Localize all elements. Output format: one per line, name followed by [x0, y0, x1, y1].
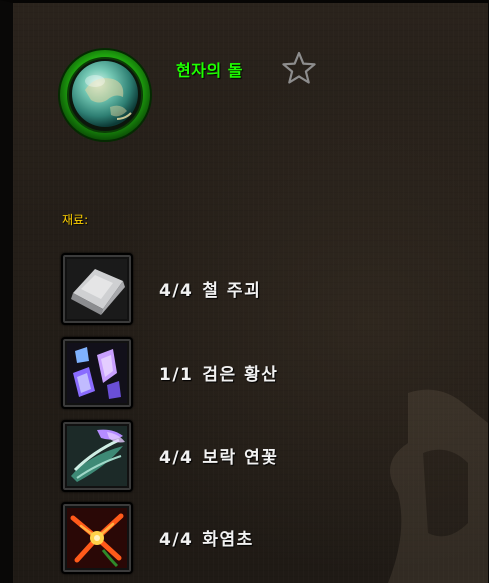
reagent-quantity: 4/4 [159, 448, 194, 468]
reagent-quantity: 1/1 [159, 365, 194, 385]
tradeskill-detail-panel: 현자의 돌 재료: 4/4 철 주괴 1/1 검은 황산 4/4 보락 연꽃 4… [0, 0, 489, 583]
reagent-name: 철 주괴 [202, 281, 262, 301]
reagent-label: 4/4 철 주괴 [159, 276, 261, 301]
reagent-quantity: 4/4 [159, 281, 194, 301]
reagent-label: 1/1 검은 황산 [159, 360, 278, 385]
reagent-name: 보락 연꽃 [202, 448, 279, 468]
reagent-label: 4/4 보락 연꽃 [159, 443, 278, 468]
reagent-row-3[interactable]: 4/4 보락 연꽃 [61, 420, 361, 492]
reagent-row-4[interactable]: 4/4 화염초 [61, 502, 361, 574]
reagent-row-1[interactable]: 4/4 철 주괴 [61, 253, 361, 325]
firebloom-icon [67, 508, 127, 568]
philosophers-stone-orb-icon [58, 48, 152, 142]
reagent-icon-frame [61, 420, 133, 492]
reagent-quantity: 4/4 [159, 530, 194, 550]
purple-lotus-icon [67, 426, 127, 486]
reagent-name: 화염초 [202, 530, 254, 550]
reagent-label: 4/4 화염초 [159, 525, 254, 550]
reagent-icon-frame [61, 337, 133, 409]
reagent-icon-frame [61, 502, 133, 574]
star-outline-icon[interactable] [281, 51, 317, 85]
item-icon[interactable] [55, 45, 155, 145]
black-vitriol-icon [67, 343, 127, 403]
reagent-icon-frame [61, 253, 133, 325]
reagents-label: 재료: [62, 213, 89, 227]
reagent-row-2[interactable]: 1/1 검은 황산 [61, 337, 361, 409]
reagent-name: 검은 황산 [202, 365, 279, 385]
iron-bar-icon [67, 259, 127, 319]
background-ornament [388, 389, 488, 583]
item-name: 현자의 돌 [176, 61, 243, 80]
